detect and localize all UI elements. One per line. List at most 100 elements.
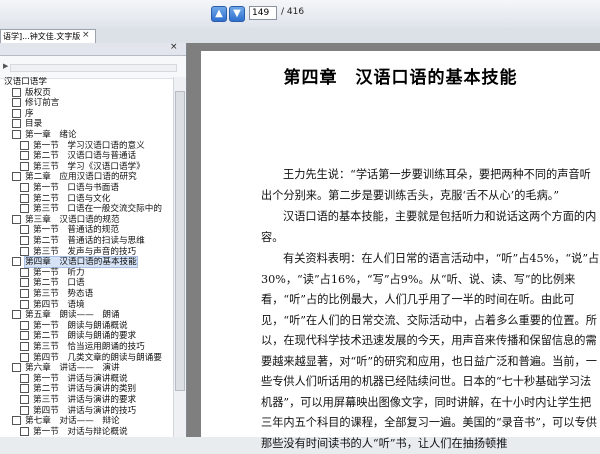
bookmark-checkbox-icon[interactable] [20,183,29,192]
scrollbar-thumb[interactable] [175,91,185,391]
bookmark-checkbox-icon[interactable] [20,204,29,214]
bookmark-item[interactable]: 第一节 普通话的规范 [20,225,119,236]
bookmark-checkbox-icon[interactable] [20,289,29,298]
bookmark-item[interactable]: 汉语口语学 [4,77,47,88]
bookmark-item[interactable]: 第五章 朗读—— 朗诵 [12,310,120,321]
scroll-grip[interactable] [10,64,177,72]
bookmark-label: 第一节 学习汉语口语的意义 [33,140,145,151]
bookmark-item[interactable]: 第三节 口语在一般交流交际中的 [20,204,162,215]
bookmark-item[interactable]: 第二节 朗读与朗诵的要求 [20,331,136,342]
bookmark-label: 第二节 口语 [33,278,85,289]
bookmark-label: 第二节 讲话与演讲的类别 [33,384,137,395]
bookmark-checkbox-icon[interactable] [20,373,29,383]
bookmark-label: 第一节 普通话的规范 [33,225,119,236]
bookmark-label: 第五章 朗读—— 朗诵 [25,310,120,321]
bookmarks-panel: × ▶ 汉语口语学 版权页 修订前言序目录 第一章 绪论 第一节 学习汉语口语的意义 第二… [0,42,187,437]
bookmark-item[interactable]: 第二节 口语与文化 [20,193,111,205]
paragraph-2: 汉语口语的基本技能，主要就是包括听力和说话这两个方面的内容。 [261,210,597,244]
bookmark-checkbox-icon[interactable] [20,278,29,288]
bookmark-checkbox-icon[interactable] [12,310,21,320]
bookmark-item[interactable]: 第二节 普通话的扫读与思维 [20,236,145,247]
bookmark-item[interactable]: 第一节 口语与书面语 [20,183,119,194]
document-area: 第四章 汉语口语的基本技能 王力先生说：“学话第一步要训练耳朵，要把两种不同的声… [187,43,600,450]
bookmark-checkbox-icon[interactable] [20,161,29,171]
bookmark-item[interactable]: 第三节 讲话与演讲的要求 [20,395,136,406]
bookmark-checkbox-icon[interactable] [20,151,29,161]
bookmark-label: 第七章 对话—— 辩论 [25,416,120,427]
bookmark-item[interactable]: 第三节 势态语 [20,289,93,300]
bookmark-checkbox-icon[interactable] [20,299,29,309]
bookmark-item[interactable]: 第三节 恰当运用朗诵的技巧 [20,342,145,353]
bookmark-label: 第二节 朗读与朗诵的要求 [33,331,137,342]
bookmark-tree: 汉语口语学 版权页 修订前言序目录 第一章 绪论 第一节 学习汉语口语的意义 第二节 汉语… [0,77,172,437]
previous-page-button[interactable]: ▲ [211,6,227,22]
bookmark-label: 第一节 讲话与演讲概说 [33,373,128,384]
bookmark-item[interactable]: 第四节 几类文章的朗读与朗诵要 [20,352,162,364]
page-number-input[interactable] [249,6,277,20]
bookmark-item[interactable]: 第四节 讲话与演讲的技巧 [20,405,136,417]
tab-bar: 语学]...钟文佳.文字版 [0,28,600,44]
bookmark-label: 第二节 口语与文化 [33,193,111,204]
bookmark-checkbox-icon[interactable] [20,352,29,362]
bookmark-item[interactable]: 目录 [12,119,42,130]
bookmark-checkbox-icon[interactable] [20,246,29,256]
bookmark-label: 第二章 应用汉语口语的研究 [25,172,137,183]
bookmark-checkbox-icon[interactable] [20,342,29,351]
bookmark-checkbox-icon[interactable] [20,140,29,150]
panel-close-icon[interactable]: × [170,42,178,52]
chapter-title: 第四章 汉语口语的基本技能 [283,68,518,88]
bookmark-item[interactable]: 第四章 汉语口语的基本技能 [12,256,138,269]
bookmark-item[interactable]: 第七章 对话—— 辩论 [12,416,120,427]
bookmark-label: 第三章 汉语口语的规范 [25,214,120,225]
bookmark-checkbox-icon[interactable] [12,363,21,373]
bookmark-item[interactable]: 第二节 口语 [20,278,85,289]
paragraph-1: 王力先生说：“学话第一步要训练耳朵，要把两种不同的声音听出个分别来。第二步是要训… [261,168,591,202]
scroll-right-icon[interactable]: ▶ [3,62,8,70]
bookmark-checkbox-icon[interactable] [20,426,29,436]
bookmark-item[interactable]: 第四节 语境 [20,299,85,311]
bookmark-label: 第三节 口语在一般交流交际中的 [33,204,162,215]
bookmark-item[interactable]: 版权页 [12,87,51,99]
bookmark-label: 修订前言 [25,98,60,109]
bookmark-checkbox-icon[interactable] [12,416,21,426]
bookmark-checkbox-icon[interactable] [20,236,29,245]
bookmark-label: 第一章 绪论 [25,130,77,140]
bookmark-checkbox-icon[interactable] [12,130,21,139]
bookmark-checkbox-icon[interactable] [20,193,29,203]
panel-horizontal-scroll[interactable]: ▶ [0,56,186,79]
bookmark-item[interactable]: 修订前言 [12,98,59,109]
tab-close-icon[interactable]: × [82,30,90,40]
next-page-button[interactable]: ▼ [229,6,245,22]
bookmark-item[interactable]: 第六章 讲话—— 演讲 [12,363,120,374]
bookmark-checkbox-icon[interactable] [12,119,21,129]
bookmark-item[interactable]: 第二节 讲话与演讲的类别 [20,384,136,395]
bookmark-checkbox-icon[interactable] [20,405,29,415]
bookmark-item[interactable]: 第二节 汉语口语与普通话 [20,151,136,162]
bookmark-checkbox-icon[interactable] [20,331,29,341]
bookmark-item[interactable]: 第三节 发声与声音的技巧 [20,246,136,258]
bookmark-label: 版权页 [25,87,51,98]
bookmark-item[interactable]: 第一章 绪论 [12,130,77,141]
bookmark-checkbox-icon[interactable] [12,108,21,118]
bookmark-checkbox-icon[interactable] [20,320,29,330]
bookmark-label: 第四章 汉语口语的基本技能 [24,256,138,269]
bookmark-item[interactable]: 第二章 应用汉语口语的研究 [12,172,137,183]
bookmark-checkbox-icon[interactable] [12,214,21,224]
bookmark-checkbox-icon[interactable] [20,395,29,404]
bookmark-label: 第二节 普通话的扫读与思维 [33,236,145,246]
bookmark-checkbox-icon[interactable] [12,257,21,267]
bookmark-checkbox-icon[interactable] [20,267,29,277]
bookmark-item[interactable]: 第一节 对话与辩论概说 [20,426,128,437]
bookmark-checkbox-icon[interactable] [12,172,21,182]
bookmark-label: 第四节 几类文章的朗读与朗诵要 [33,352,162,363]
page-total: / 416 [281,7,305,17]
bookmark-checkbox-icon[interactable] [12,98,21,108]
bookmark-scrollbar[interactable] [173,77,186,437]
bookmark-label: 第二节 汉语口语与普通话 [33,151,137,162]
bookmark-item[interactable]: 第一节 学习汉语口语的意义 [20,140,145,152]
down-arrow-icon: ▼ [233,8,241,19]
bookmark-checkbox-icon[interactable] [20,225,29,235]
bookmark-checkbox-icon[interactable] [20,384,29,394]
paragraph-3: 有关资料表明：在人们日常的语言活动中，“听”占45%，“说”占30%，“读”占1… [261,252,600,450]
bookmark-checkbox-icon[interactable] [12,87,21,97]
